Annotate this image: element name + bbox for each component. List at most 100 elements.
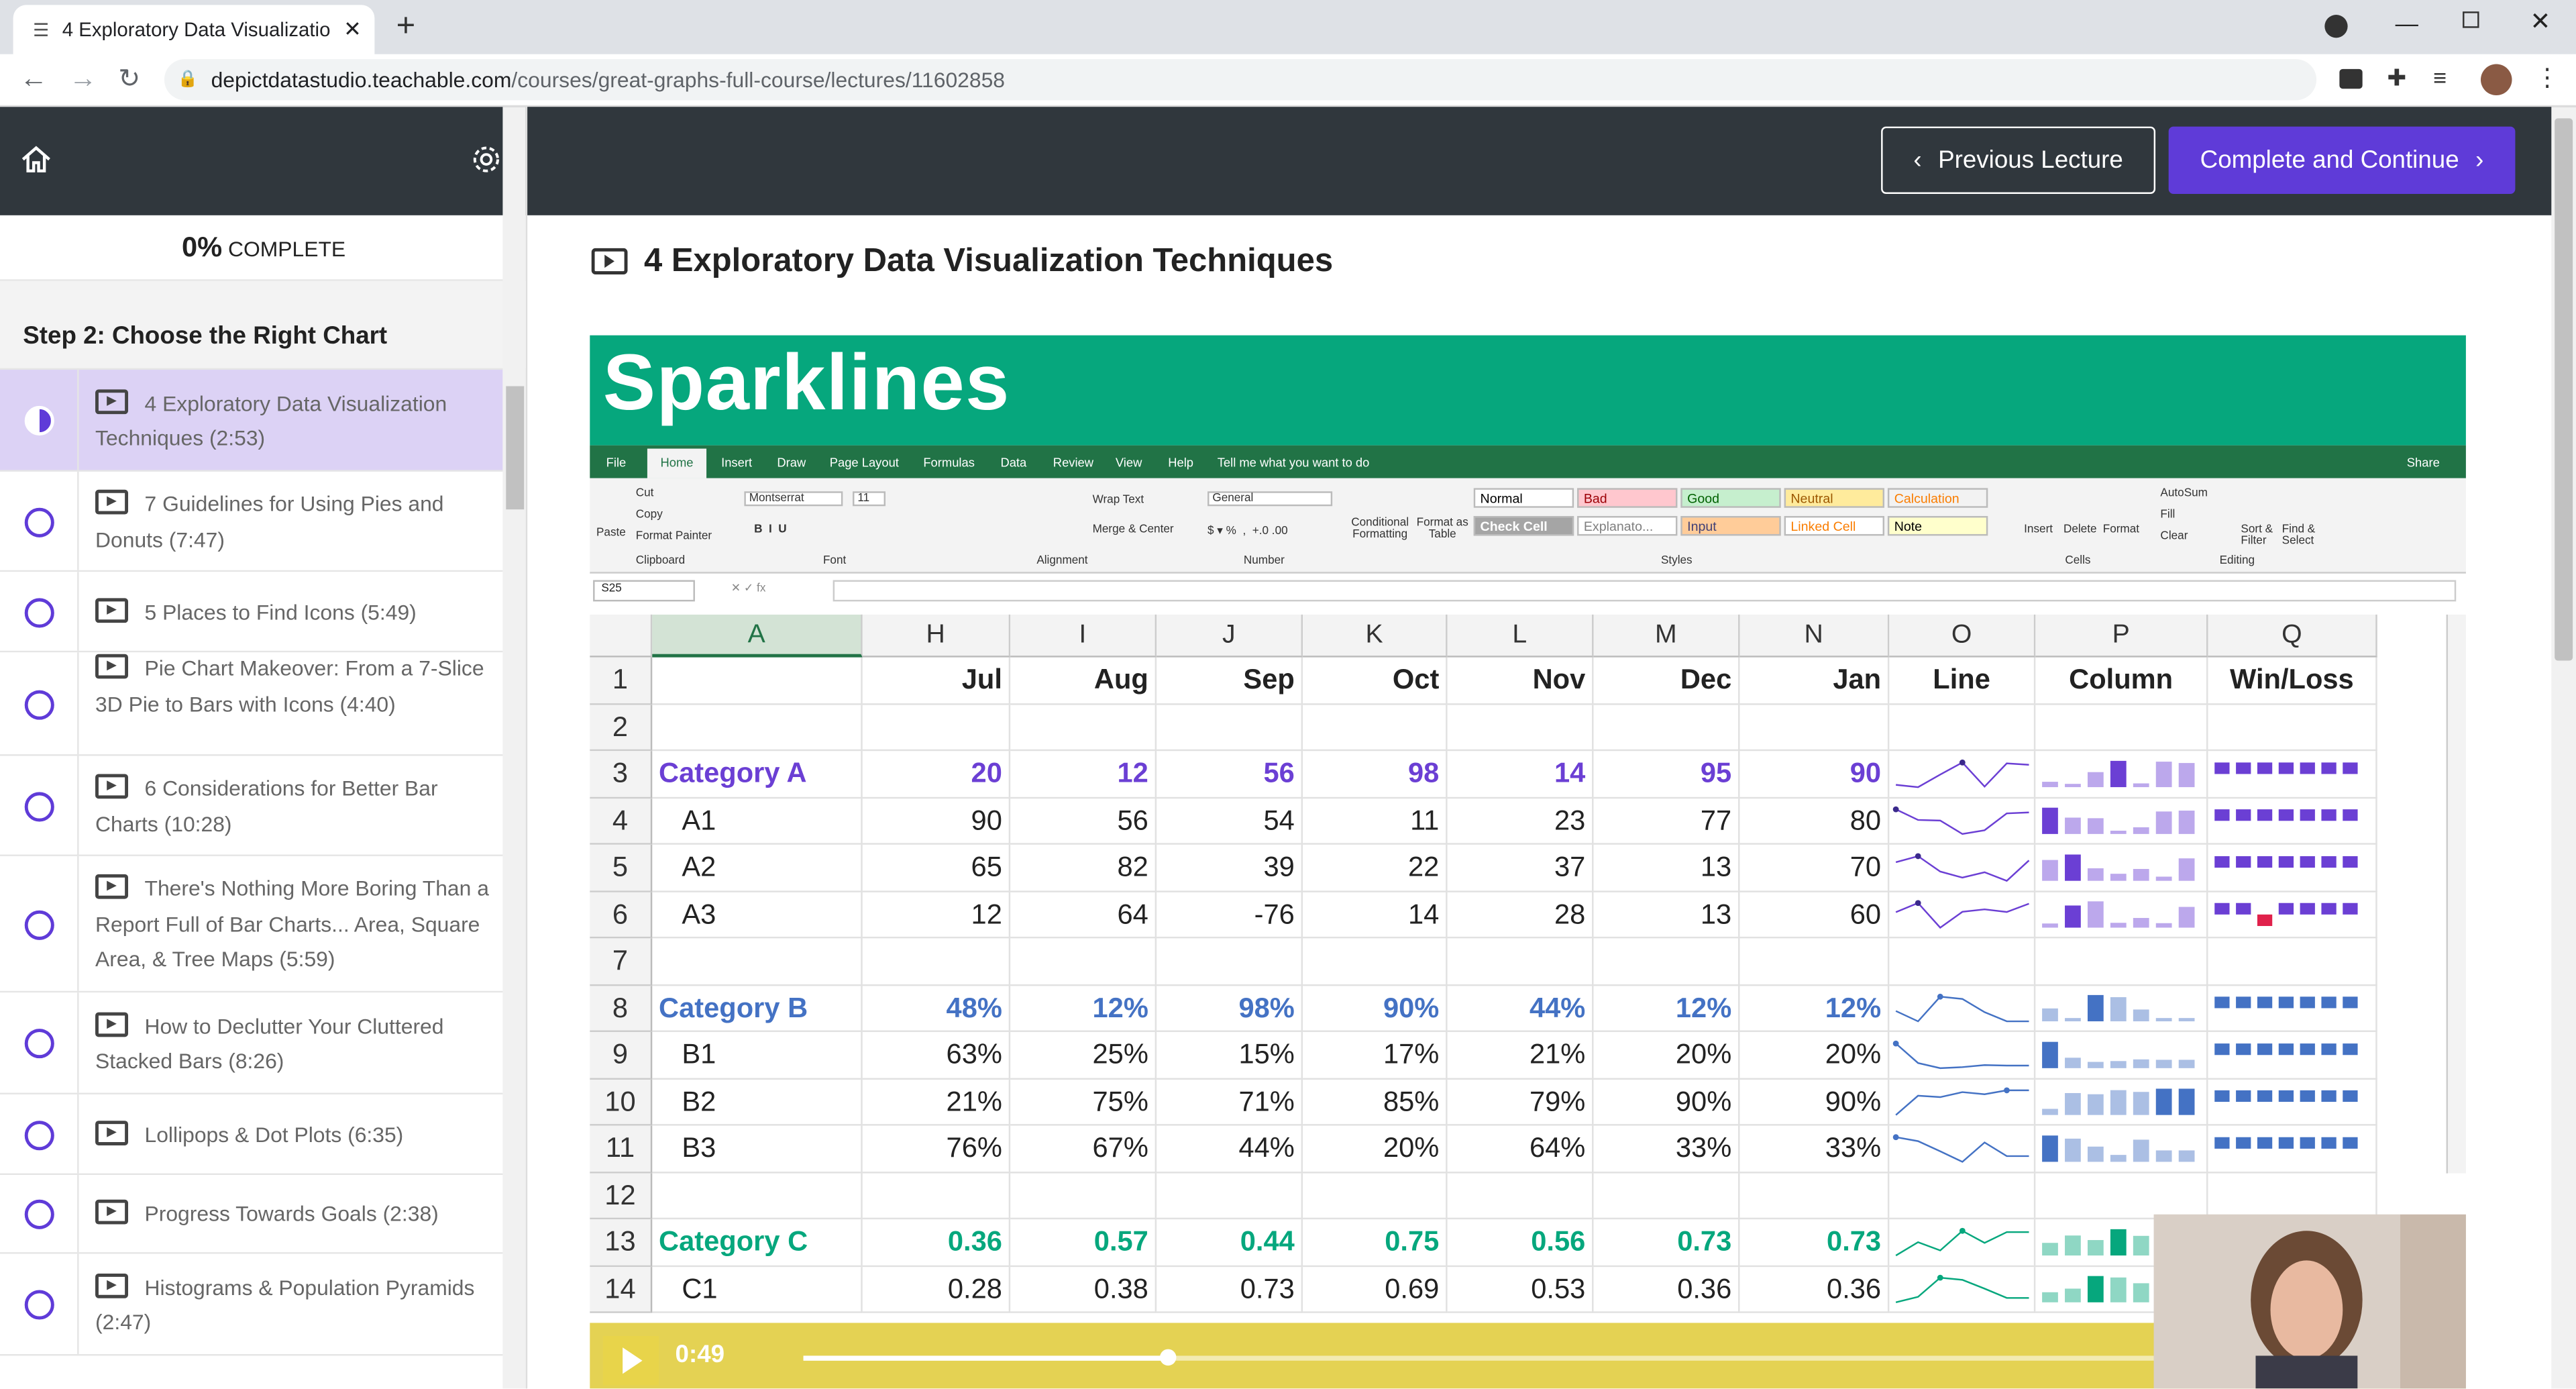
avatar[interactable] [2480,64,2512,96]
column-sparkline-bar [2042,1135,2058,1162]
sidebar-scroll-thumb[interactable] [506,386,525,510]
autosum-label: AutoSum [2160,488,2208,500]
column-sparkline-bar [2042,860,2058,881]
play-icon [623,1347,643,1374]
line-sparkline [1895,1276,2029,1304]
puzzle-icon[interactable]: ✚ [2387,64,2406,93]
cell-style-swatch: Input [1680,515,1781,536]
excel-menu-item: Help [1168,455,1194,470]
column-sparkline-bar [2065,1235,2081,1256]
font-name-box: Montserrat [744,491,843,507]
tab-close-icon[interactable]: ✕ [343,16,362,42]
winloss-sparkline-bar [2214,762,2230,774]
reload-icon[interactable]: ↻ [118,62,140,95]
column-sparkline-bar [2133,1009,2149,1022]
profile-menu-icon[interactable] [2324,15,2348,38]
winloss-sparkline-bar [2300,1090,2315,1102]
completion-circle-icon [24,909,54,939]
winloss-sparkline-bar [2257,809,2273,821]
column-sparkline-bar [2110,1090,2127,1115]
sidebar-item-lecture[interactable]: Pie Chart Makeover: From a 7-Slice 3D Pi… [0,651,503,756]
column-sparkline-bar [2155,1088,2172,1115]
complete-and-continue-button[interactable]: Complete and Continue › [2168,126,2516,194]
video-lecture-icon [95,654,129,680]
winloss-sparkline-bar [2278,762,2294,774]
sidebar-item-label: 4 Exploratory Data Visualization Techniq… [95,390,447,451]
winloss-sparkline-bar [2257,1043,2273,1056]
column-sparkline-bar [2110,830,2127,834]
font-group-label: Font [822,555,847,567]
sidebar-item-text: 5 Places to Find Icons (5:49) [95,595,490,630]
column-sparkline-bar [2133,1283,2149,1302]
winloss-sparkline-bar [2236,996,2251,1009]
browser-menu-icon[interactable]: ⋮ [2535,62,2560,93]
sidebar-item-label: Pie Chart Makeover: From a 7-Slice 3D Pi… [95,656,484,717]
playback-time: 0:49 [675,1341,725,1370]
progress-percent: 0% [181,232,223,263]
sidebar-item-lecture[interactable]: Lollipops & Dot Plots (6:35) [0,1094,503,1176]
sidebar-scrollbar[interactable] [502,107,526,1389]
url-field[interactable]: 🔒 depictdatastudio.teachable.com/courses… [164,59,2317,101]
video-player[interactable]: Sparklines File Home Insert Draw Page Layout… [590,335,2466,1389]
sidebar-item-lecture[interactable]: Histograms & Population Pyramids (2:47) [0,1253,503,1356]
formula-input [833,580,2457,602]
sidebar-item-text: Pie Chart Makeover: From a 7-Slice 3D Pi… [95,651,490,721]
sort-filter-label: Sort & Filter [2241,524,2273,548]
column-sparkline-bar [2087,1146,2104,1162]
url-path: /courses/great-graphs-full-course/lectur… [511,67,1006,93]
winloss-sparkline-bar [2278,856,2294,868]
sparkline-marker [1892,806,1899,813]
winloss-sparkline-bar [2343,762,2358,774]
column-sparkline-bar [2087,1276,2104,1302]
excel-menu-item: Draw [777,455,806,470]
line-sparkline [1895,1229,2029,1257]
browser-tab[interactable]: ☰ 4 Exploratory Data Visualization T ✕ [13,5,375,54]
sidebar-item-label: Progress Towards Goals (2:38) [144,1201,439,1227]
new-tab-icon[interactable]: + [388,10,424,46]
restore-icon[interactable] [2463,11,2479,28]
home-icon[interactable] [19,143,52,176]
play-button[interactable] [602,1336,659,1386]
sparkline-marker [1937,993,1943,1000]
column-sparkline-bar [2155,876,2172,881]
sidebar-item-lecture[interactable]: 5 Places to Find Icons (5:49) [0,572,503,653]
sidebar-item-lecture[interactable]: 6 Considerations for Better Bar Charts (… [0,756,503,856]
column-sparkline-bar [2178,907,2195,928]
cell-style-swatch: Check Cell [1473,515,1574,536]
page-scroll-thumb[interactable] [2555,118,2573,661]
winloss-sparkline-bar [2278,996,2294,1009]
sidebar-item-lecture[interactable]: 7 Guidelines for Using Pies and Donuts (… [0,471,503,572]
gear-icon[interactable] [470,143,502,176]
sidebar-item-lecture[interactable]: 4 Exploratory Data Visualization Techniq… [0,370,503,472]
minimize-icon[interactable]: — [2396,10,2418,36]
previous-lecture-button[interactable]: ‹ Previous Lecture [1881,126,2156,194]
sidebar-item-lecture[interactable]: There's Nothing More Boring Than a Repor… [0,856,503,993]
back-icon[interactable]: ← [19,62,48,95]
completion-circle-icon [24,405,54,435]
sidebar-item-lecture[interactable]: Progress Towards Goals (2:38) [0,1175,503,1254]
column-sparkline-bar [2042,1243,2058,1256]
sidebar-item-divider [77,992,79,1093]
browser-tab-bar: ☰ 4 Exploratory Data Visualization T ✕ +… [0,0,2576,54]
sidebar-item-divider [77,1094,79,1174]
format-as-table-label: Format as Table [1416,517,1468,541]
column-sparkline-bar [2133,918,2149,928]
winloss-sparkline-bar [2343,1090,2358,1102]
previous-lecture-label: Previous Lecture [1938,146,2123,174]
video-lecture-icon [95,489,129,515]
sidebar-item-divider [77,756,79,855]
extension-icon[interactable] [2339,68,2363,89]
window-close-icon[interactable]: ✕ [2530,7,2551,36]
media-icon[interactable]: ≡ [2433,64,2447,91]
find-select-label: Find & Select [2282,524,2316,548]
styles-label: Styles [1660,555,1693,567]
sidebar-item-lecture[interactable]: How to Declutter Your Cluttered Stacked … [0,992,503,1095]
winloss-sparkline-bar [2300,856,2315,868]
cell-style-swatch: Bad [1577,488,1678,508]
sparkline-marker [2004,1087,2010,1094]
forward-icon[interactable]: → [69,62,97,95]
column-sparkline-bar [2087,994,2104,1022]
column-sparkline-bar [2110,1277,2127,1302]
seek-handle[interactable] [1159,1349,1177,1366]
sidebar-item-divider [77,370,79,470]
